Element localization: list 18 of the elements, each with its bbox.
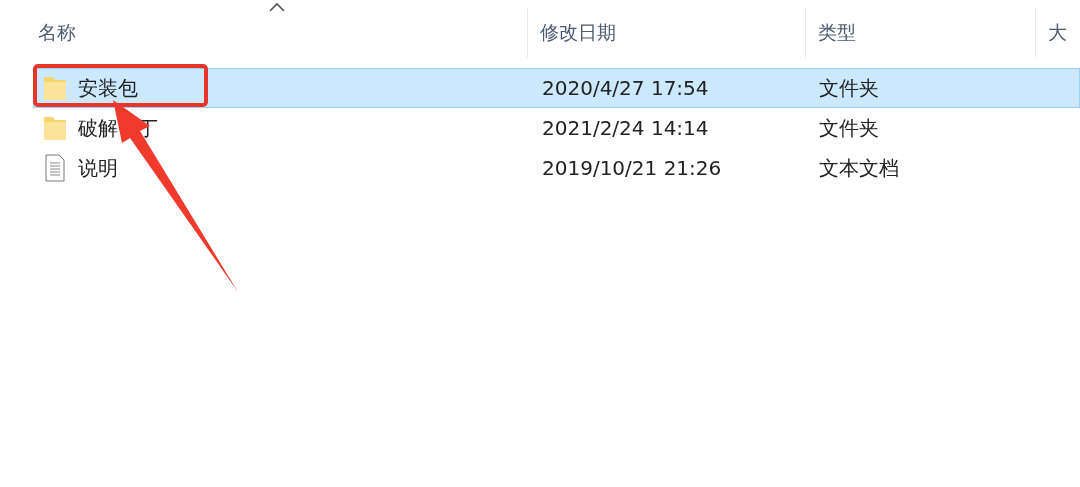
text-file-icon <box>42 154 68 182</box>
file-name: 安装包 <box>78 74 138 102</box>
column-header[interactable]: 类型 <box>818 20 856 46</box>
modified-date: 2019/10/21 21:26 <box>542 156 722 180</box>
column-header[interactable]: 大 <box>1048 20 1067 46</box>
column-header[interactable]: 修改日期 <box>540 20 616 46</box>
file-name: 破解 <box>78 114 118 142</box>
column-header[interactable]: 名称 <box>38 20 76 46</box>
folder-icon <box>42 114 68 142</box>
modified-date: 2021/2/24 14:14 <box>542 116 709 140</box>
file-row[interactable]: 安装包 2020/4/27 17:54 文件夹 <box>33 68 1080 108</box>
file-type: 文件夹 <box>819 75 879 100</box>
file-type: 文本文档 <box>819 155 899 180</box>
folder-icon <box>42 74 68 102</box>
file-type: 文件夹 <box>819 115 879 140</box>
file-row[interactable]: 说明 2019/10/21 21:26 文本文档 <box>33 148 1080 188</box>
modified-date: 2020/4/27 17:54 <box>542 76 709 100</box>
file-name: 说明 <box>78 154 118 182</box>
